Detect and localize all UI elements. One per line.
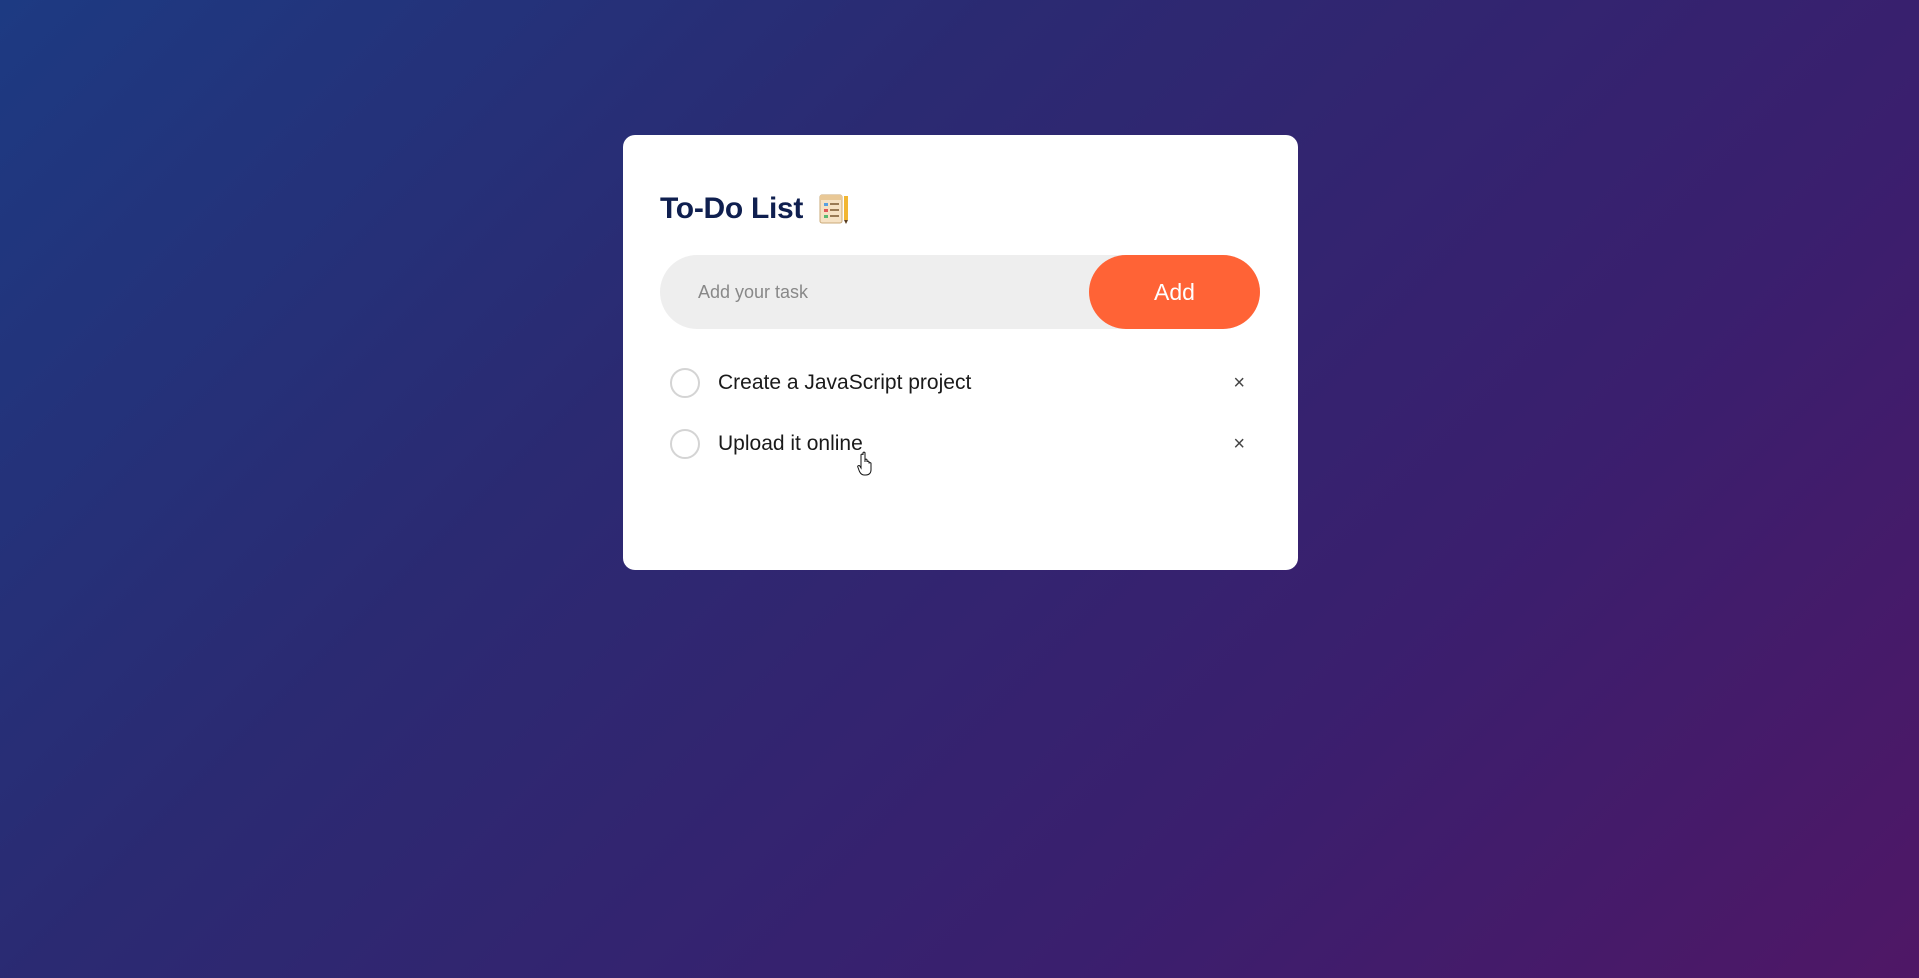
close-icon[interactable]: × <box>1233 373 1245 393</box>
task-checkbox[interactable] <box>670 429 700 459</box>
todo-card: To-Do List Add Create a JavaScript proje… <box>623 135 1298 570</box>
list-item[interactable]: Create a JavaScript project × <box>660 363 1261 403</box>
add-button[interactable]: Add <box>1089 255 1260 329</box>
page-title: To-Do List <box>660 192 804 225</box>
task-checkbox[interactable] <box>670 368 700 398</box>
notepad-checklist-icon <box>817 192 851 226</box>
task-text: Create a JavaScript project <box>718 371 972 394</box>
task-list: Create a JavaScript project × Upload it … <box>660 363 1261 464</box>
title-row: To-Do List <box>660 189 1261 229</box>
list-item[interactable]: Upload it online × <box>660 424 1261 464</box>
task-text: Upload it online <box>718 432 863 455</box>
add-task-bar: Add <box>660 255 1260 329</box>
close-icon[interactable]: × <box>1233 434 1245 454</box>
task-input[interactable] <box>660 255 1100 329</box>
hand-pointer-icon <box>857 451 875 477</box>
